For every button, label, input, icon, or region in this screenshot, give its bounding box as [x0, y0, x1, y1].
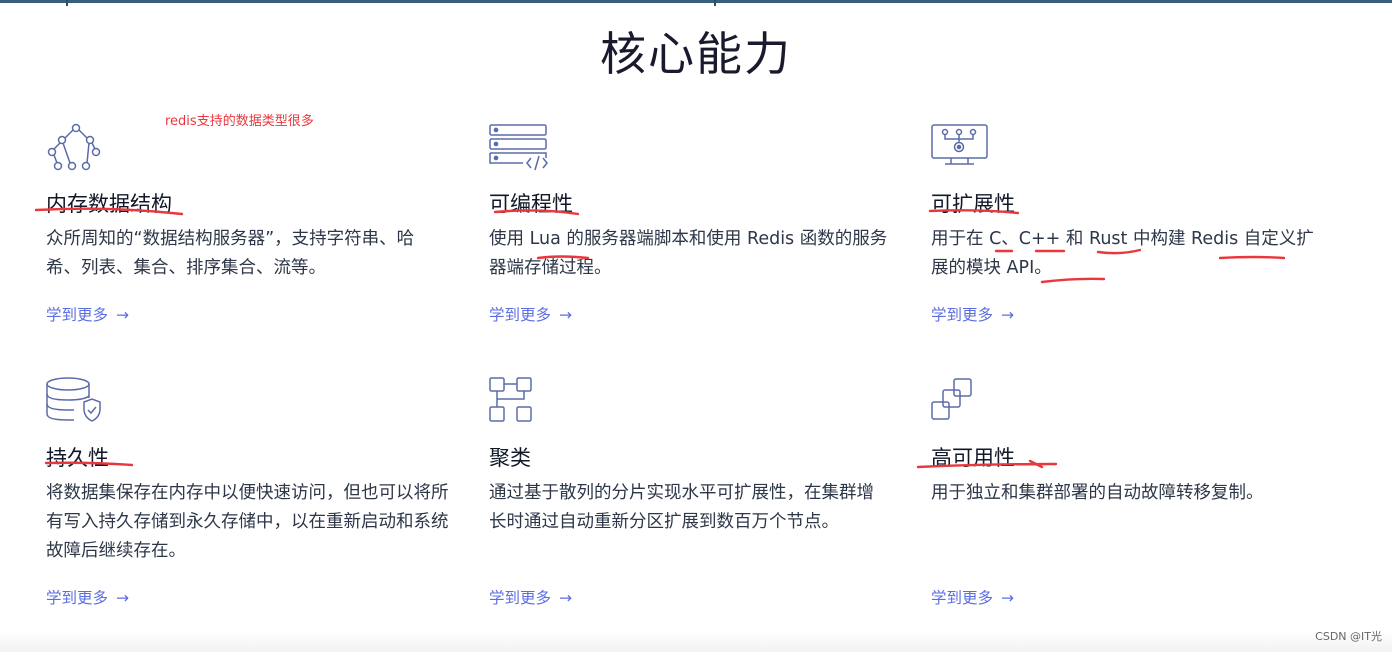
page-title: 核心能力	[600, 27, 792, 81]
arrow-right-icon: →	[559, 589, 573, 607]
top-tick	[66, 0, 68, 6]
tree-structure-icon	[46, 122, 106, 174]
learn-more-link[interactable]: 学到更多 →	[931, 586, 1014, 608]
database-shield-icon	[46, 376, 106, 428]
card-description: 用于在 C、C++ 和 Rust 中构建 Redis 自定义扩展的模块 API。	[931, 229, 1314, 278]
learn-more-label: 学到更多	[489, 589, 552, 607]
cluster-nodes-icon	[489, 376, 549, 428]
learn-more-label: 学到更多	[489, 306, 552, 324]
card-description: 通过基于散列的分片实现水平可扩展性，在集群增长时通过自动重新分区扩展到数百万个节…	[489, 483, 874, 532]
learn-more-label: 学到更多	[931, 306, 994, 324]
module-monitor-icon	[931, 122, 991, 174]
card-description: 用于独立和集群部署的自动故障转移复制。	[931, 483, 1264, 503]
card-title: 聚类	[489, 446, 531, 470]
arrow-right-icon: →	[559, 306, 573, 324]
card-title: 内存数据结构	[46, 192, 172, 216]
handwritten-annotation: redis支持的数据类型很多	[165, 114, 314, 129]
card-description: 使用 Lua 的服务器端脚本和使用 Redis 函数的服务器端存储过程。	[489, 229, 888, 278]
card-title: 可编程性	[489, 192, 573, 216]
arrow-right-icon: →	[1001, 306, 1015, 324]
stacked-squares-icon	[931, 376, 991, 428]
card-title: 持久性	[46, 446, 109, 470]
learn-more-link[interactable]: 学到更多 →	[489, 303, 572, 325]
learn-more-label: 学到更多	[931, 589, 994, 607]
card-description: 众所周知的“数据结构服务器”，支持字符串、哈希、列表、集合、排序集合、流等。	[46, 229, 415, 278]
card-title: 高可用性	[931, 446, 1015, 470]
top-tick	[714, 0, 716, 6]
arrow-right-icon: →	[1001, 589, 1015, 607]
learn-more-label: 学到更多	[46, 306, 109, 324]
top-border	[0, 0, 1392, 6]
arrow-right-icon: →	[116, 306, 130, 324]
learn-more-link[interactable]: 学到更多 →	[46, 586, 129, 608]
arrow-right-icon: →	[116, 589, 130, 607]
bottom-shade	[0, 630, 1392, 652]
card-description: 将数据集保存在内存中以便快速访问，但也可以将所有写入持久存储到永久存储中，以在重…	[46, 483, 449, 561]
learn-more-label: 学到更多	[46, 589, 109, 607]
learn-more-link[interactable]: 学到更多 →	[46, 303, 129, 325]
server-code-icon	[489, 122, 549, 174]
card-title: 可扩展性	[931, 192, 1015, 216]
watermark: CSDN @IT光	[1315, 630, 1382, 643]
learn-more-link[interactable]: 学到更多 →	[489, 586, 572, 608]
learn-more-link[interactable]: 学到更多 →	[931, 303, 1014, 325]
